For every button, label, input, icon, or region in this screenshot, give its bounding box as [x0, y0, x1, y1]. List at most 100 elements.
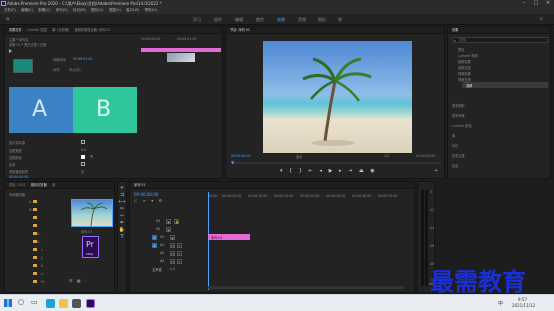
workspace-tab-editing[interactable]: 编辑: [235, 17, 243, 23]
bin-item[interactable]: J:: [41, 256, 43, 260]
workspace-tab-libraries[interactable]: 库: [338, 17, 342, 23]
windows-start-icon[interactable]: [4, 299, 12, 307]
bin-item[interactable]: D:: [29, 208, 33, 212]
bin-item[interactable]: L:: [41, 272, 44, 276]
tab-project[interactable]: 项目: 2022: [9, 182, 26, 189]
slip-tool-icon[interactable]: ⇿: [118, 213, 126, 220]
align-select[interactable]: 中心切入: [69, 67, 82, 72]
border-color-swatch[interactable]: [81, 155, 85, 159]
duration-value[interactable]: 00:00:01:00: [73, 57, 92, 61]
solo-button[interactable]: S: [177, 251, 182, 256]
solo-button[interactable]: S: [177, 243, 182, 248]
mute-button[interactable]: M: [170, 259, 175, 264]
program-playhead-bar[interactable]: [231, 162, 441, 164]
add-marker-icon[interactable]: ▾: [151, 198, 153, 203]
workspace-tab-learn[interactable]: 学习: [193, 17, 201, 23]
go-to-in-icon[interactable]: ⇤: [309, 168, 313, 174]
media-thumbnail[interactable]: [71, 199, 113, 227]
program-fit-select[interactable]: 适合: [296, 154, 302, 159]
minimize-button[interactable]: –: [518, 0, 530, 7]
source-patch-v1[interactable]: V: [152, 235, 157, 240]
search-icon[interactable]: ○: [18, 298, 24, 306]
edge-icon[interactable]: [46, 299, 55, 308]
show-actual-sources-checkbox[interactable]: [81, 140, 85, 144]
menu-graphics[interactable]: 图形(G): [91, 7, 103, 14]
timeline-timecode[interactable]: 00:00:00:00: [134, 192, 158, 197]
effects-tree-audio-effects[interactable]: 音频效果: [458, 59, 471, 64]
workspace-tab-audio[interactable]: 音频: [298, 17, 306, 23]
premiere-project-thumb[interactable]: Pr PROJ: [82, 236, 99, 258]
mute-button[interactable]: M: [170, 243, 175, 248]
list-view-icon[interactable]: ☰: [69, 278, 73, 283]
wrench-icon[interactable]: ⚙: [159, 198, 163, 203]
taskbar-language[interactable]: 中: [498, 300, 503, 307]
maximize-button[interactable]: □: [530, 0, 542, 7]
effects-tree-video-effects[interactable]: 视频效果: [458, 71, 471, 76]
effects-tree-presets[interactable]: 预设: [458, 47, 464, 52]
type-tool-icon[interactable]: T: [118, 234, 126, 241]
bin-item[interactable]: M:: [41, 280, 45, 284]
menu-view[interactable]: 视图(V): [109, 7, 121, 14]
bin-item[interactable]: K:: [41, 264, 44, 268]
workspace-tab-color[interactable]: 颜色: [256, 17, 264, 23]
toggle-output-icon[interactable]: ◉: [166, 227, 171, 232]
playhead-line[interactable]: [208, 192, 209, 290]
tab-library[interactable]: 库: [52, 182, 55, 189]
workspace-tab-effects[interactable]: 效果: [277, 17, 285, 23]
search-icon[interactable]: ⌕: [540, 16, 543, 22]
hand-tool-icon[interactable]: ✋: [118, 227, 126, 234]
add-button-icon[interactable]: +: [434, 168, 438, 174]
tab-lumetri-scopes[interactable]: Lumetri 范围: [27, 27, 47, 34]
panel-info[interactable]: 信息: [452, 163, 458, 168]
source-patch-a1[interactable]: A: [152, 243, 157, 248]
tab-media-browser[interactable]: 媒体浏览器: [31, 182, 47, 189]
zoom-slider-icon[interactable]: ◦: [85, 278, 87, 283]
step-back-icon[interactable]: ◂: [319, 168, 322, 174]
timeline-ruler[interactable]: 00:00 00:00:05:00 00:00:10:00 00:00:15:0…: [208, 192, 414, 200]
linked-selection-icon[interactable]: ∞: [143, 198, 146, 203]
tab-effects[interactable]: 效果: [452, 27, 458, 34]
workspace-tab-graphics[interactable]: 图形: [318, 17, 326, 23]
tab-audio-clip-mixer[interactable]: 音频剪辑混合器: 序列 01: [75, 27, 111, 34]
menu-clip[interactable]: 剪辑(C): [38, 7, 50, 14]
mute-button[interactable]: M: [170, 251, 175, 256]
timeline-clip[interactable]: 序列 01: [208, 234, 250, 240]
ripple-edit-tool-icon[interactable]: ⟷: [118, 199, 126, 206]
taskbar-time[interactable]: 9:57: [518, 297, 527, 302]
effects-tree-lumetri-presets[interactable]: Lumetri 预设: [458, 53, 478, 58]
program-timecode[interactable]: 00:00:00:00: [231, 154, 250, 158]
play-transition-button[interactable]: [9, 49, 13, 53]
menu-sequence[interactable]: 序列(S): [56, 7, 68, 14]
master-volume-value[interactable]: 0.0: [170, 267, 175, 271]
panel-history[interactable]: 历史记录: [452, 153, 465, 158]
razor-tool-icon[interactable]: ✂: [118, 206, 126, 213]
lift-icon[interactable]: ⏏: [359, 168, 364, 174]
step-forward-icon[interactable]: ▸: [339, 168, 342, 174]
panel-essential-sound[interactable]: 基本声音: [452, 113, 465, 118]
tab-effect-controls[interactable]: 效果控件: [9, 27, 22, 34]
tab-sequence[interactable]: 序列 01: [134, 182, 145, 189]
play-icon[interactable]: ▶: [329, 168, 333, 174]
store-icon[interactable]: [72, 299, 81, 308]
panel-libraries[interactable]: 库: [452, 133, 455, 138]
add-marker-icon[interactable]: ▾: [280, 168, 283, 174]
track-select-tool-icon[interactable]: ⇉: [118, 192, 126, 199]
toggle-output-icon[interactable]: ◉: [166, 219, 171, 224]
lock-icon[interactable]: 🔒: [174, 219, 179, 224]
toggle-output-icon[interactable]: ◉: [170, 235, 175, 240]
task-view-icon[interactable]: ▭: [31, 298, 38, 306]
effects-tree-audio-transitions[interactable]: 音频过渡: [458, 65, 471, 70]
panel-lumetri-color[interactable]: Lumetri 颜色: [452, 123, 472, 128]
anti-alias-select[interactable]: 关: [81, 169, 84, 174]
timeline-scrollbar[interactable]: [208, 286, 404, 289]
effects-tree-selected-row[interactable]: 溶解: [462, 82, 548, 88]
solo-button[interactable]: S: [177, 259, 182, 264]
go-to-out-icon[interactable]: ⇥: [348, 168, 352, 174]
close-button[interactable]: ×: [542, 0, 554, 7]
pen-tool-icon[interactable]: ✒: [118, 220, 126, 227]
bin-item[interactable]: G:: [37, 232, 41, 236]
ec-transition-bar[interactable]: [141, 48, 221, 52]
effects-search-field[interactable]: ⌕ 搜索: [452, 37, 548, 43]
menu-edit[interactable]: 编辑(E): [21, 7, 33, 14]
home-icon[interactable]: ⌂: [6, 16, 12, 22]
